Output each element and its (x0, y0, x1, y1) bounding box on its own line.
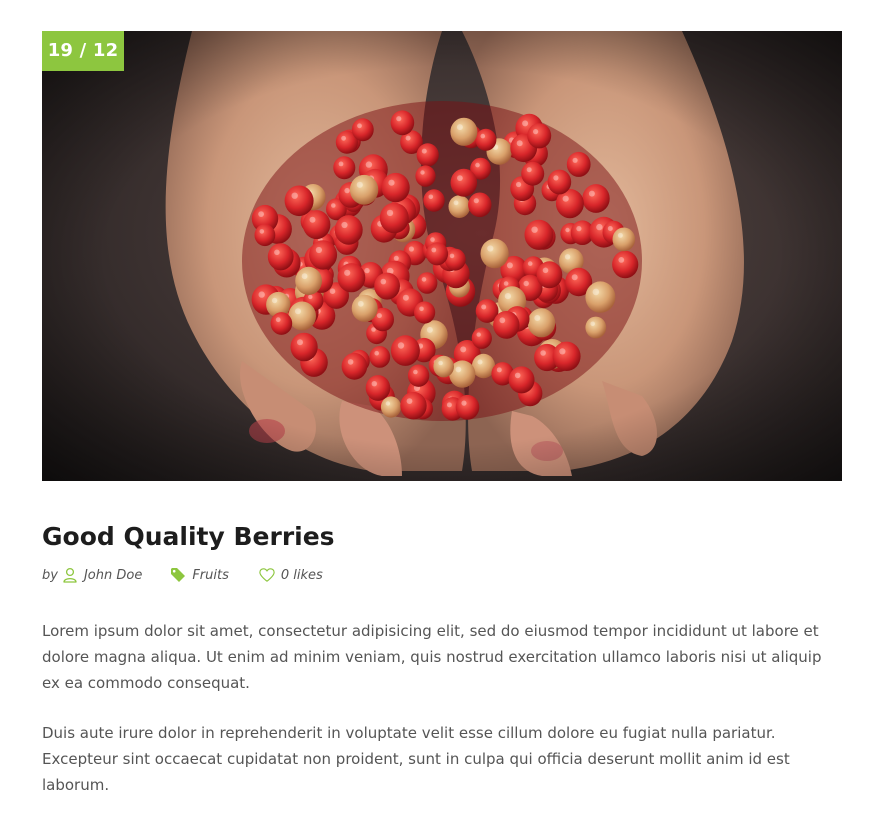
post-likes[interactable]: 0 likes (259, 567, 323, 583)
tag-icon (170, 567, 186, 583)
post-author[interactable]: John Doe (62, 567, 142, 583)
user-icon (62, 567, 78, 583)
post-content: Lorem ipsum dolor sit amet, consectetur … (42, 618, 842, 815)
by-label: by (42, 567, 58, 583)
post-meta: by John Doe Fruits 0 likes (42, 564, 323, 586)
post-category[interactable]: Fruits (170, 567, 229, 583)
heart-icon (259, 567, 275, 583)
likes-count: 0 likes (280, 567, 323, 583)
berries-in-hands-image (42, 31, 842, 481)
post-title[interactable]: Good Quality Berries (42, 520, 335, 554)
post-paragraph: Lorem ipsum dolor sit amet, consectetur … (42, 622, 822, 692)
category-link[interactable]: Fruits (192, 568, 229, 583)
post-date-badge: 19 / 12 (42, 31, 124, 71)
author-link[interactable]: John Doe (84, 568, 142, 583)
previous-post-image-edge (700, 0, 820, 4)
post-paragraph: Duis aute irure dolor in reprehenderit i… (42, 724, 790, 794)
blog-post-page: 19 / 12 Good Quality Berries by John Doe… (0, 0, 890, 815)
post-featured-image[interactable]: 19 / 12 (42, 31, 842, 481)
